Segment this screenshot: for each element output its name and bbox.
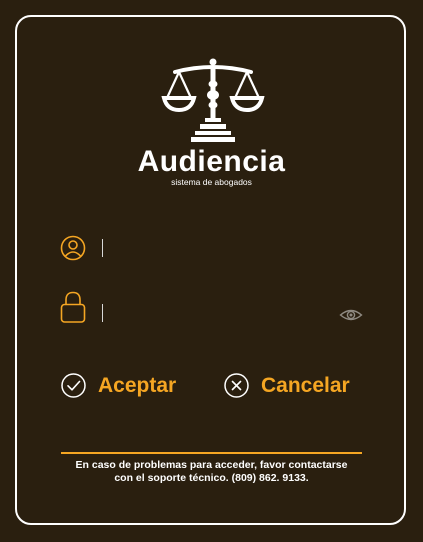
divider [61, 452, 362, 454]
support-line-2: con el soporte técnico. (809) 862. 9133. [114, 472, 309, 484]
app-subtitle: sistema de abogados [171, 177, 252, 187]
support-message: En caso de problemas para acceder, favor… [40, 459, 383, 485]
username-field[interactable] [106, 236, 361, 260]
support-line-1: En caso de problemas para acceder, favor… [75, 459, 348, 471]
password-caret [102, 304, 103, 322]
password-input[interactable] [106, 302, 331, 326]
scales-of-justice-logo [161, 58, 265, 142]
cancel-button[interactable]: Cancelar [224, 373, 350, 398]
check-circle-icon [61, 373, 86, 398]
username-input[interactable] [106, 236, 361, 260]
accept-label: Aceptar [98, 373, 177, 397]
cancel-label: Cancelar [261, 373, 350, 397]
eye-icon[interactable] [339, 307, 363, 323]
accept-button[interactable]: Aceptar [61, 373, 176, 398]
x-circle-icon [224, 373, 249, 398]
password-field[interactable] [106, 302, 331, 326]
user-icon [60, 235, 86, 261]
username-caret [102, 239, 103, 257]
lock-icon [60, 291, 86, 323]
app-title: Audiencia [137, 145, 286, 178]
